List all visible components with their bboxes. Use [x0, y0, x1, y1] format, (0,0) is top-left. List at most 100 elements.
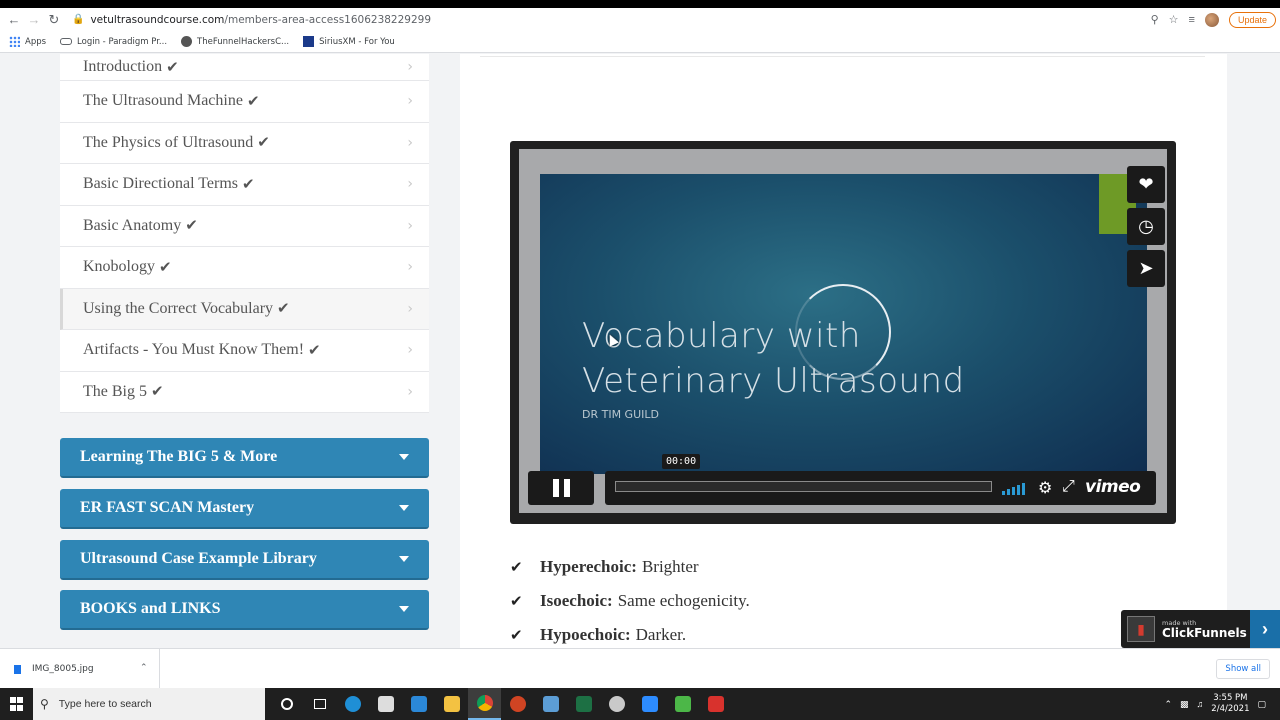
video-presenter: DR TIM GUILD	[582, 408, 659, 421]
chevron-right-icon: ›	[407, 342, 413, 359]
definition-list: ✔ Hyperechoic: Brighter ✔ Isoechoic: Same e…	[510, 550, 750, 648]
taskbar-search[interactable]: ⚲ Type here to search	[33, 688, 265, 720]
update-button[interactable]: Update	[1228, 11, 1276, 28]
chevron-right-icon: ›	[407, 134, 413, 151]
check-icon: ✔	[185, 218, 198, 235]
lesson-item[interactable]: Basic Anatomy ✔ ›	[60, 205, 429, 247]
chevron-right-icon: ›	[407, 383, 413, 400]
window-top-strip	[0, 0, 1280, 8]
powerpoint-icon[interactable]	[501, 688, 534, 720]
progress-track[interactable]	[615, 481, 992, 492]
divider	[480, 54, 1205, 57]
mail-icon[interactable]	[402, 688, 435, 720]
lesson-item[interactable]: Artifacts - You Must Know Them! ✔ ›	[60, 330, 429, 372]
share-paperplane-icon[interactable]: ➤	[1127, 250, 1165, 287]
clickfunnels-text: made with ClickFunnels	[1162, 619, 1247, 640]
definition-item: ✔ Isoechoic: Same echogenicity.	[510, 584, 750, 618]
lesson-label: Basic Anatomy	[83, 216, 182, 234]
system-tray: ⌃ ▩ ♫ 3:55 PM 2/4/2021 ▢	[1164, 688, 1280, 720]
bookmark-apps[interactable]: Apps	[9, 36, 46, 47]
pause-button[interactable]	[528, 471, 594, 505]
section-label: ER FAST SCAN Mastery	[80, 499, 255, 516]
notifications-icon[interactable]: ▢	[1257, 699, 1266, 710]
search-placeholder: Type here to search	[58, 698, 152, 710]
camtasia-green-icon[interactable]	[666, 688, 699, 720]
show-all-button[interactable]: Show all	[1216, 659, 1270, 679]
lesson-label: The Physics of Ultrasound	[83, 133, 254, 151]
clock[interactable]: 3:55 PM 2/4/2021	[1211, 693, 1249, 715]
app-icon[interactable]	[600, 688, 633, 720]
page-body: Introduction ✔ › The Ultrasound Machine ✔ › …	[0, 54, 1280, 648]
star-icon[interactable]: ☆	[1169, 13, 1179, 26]
file-icon	[14, 664, 21, 674]
pause-icon	[552, 479, 559, 497]
network-icon[interactable]: ▩	[1180, 699, 1189, 710]
reading-list-icon[interactable]: ≡	[1189, 14, 1195, 26]
chevron-right-icon: ›	[407, 93, 413, 110]
chevron-up-icon[interactable]: ⌃	[1164, 699, 1172, 710]
lock-icon[interactable]: 🔒	[72, 14, 84, 25]
settings-gear-icon[interactable]: ⚙	[1038, 478, 1052, 498]
task-view-icon[interactable]	[303, 688, 336, 720]
section-button[interactable]: Ultrasound Case Example Library	[60, 540, 429, 580]
bookmark-siriusxm[interactable]: SiriusXM - For You	[303, 36, 395, 47]
clickfunnels-badge[interactable]: ▮ made with ClickFunnels ›	[1121, 610, 1280, 648]
section-button[interactable]: BOOKS and LINKS	[60, 590, 429, 630]
definition-term: Hypoechoic:	[540, 625, 631, 644]
download-item[interactable]: IMG_8005.jpg ⌃	[0, 649, 160, 689]
lesson-item[interactable]: Introduction ✔ ›	[60, 54, 429, 81]
zoom-icon[interactable]: ⚲	[1151, 13, 1159, 26]
back-icon[interactable]: ←	[4, 10, 24, 30]
section-label: Ultrasound Case Example Library	[80, 550, 317, 567]
profile-avatar[interactable]	[1204, 12, 1219, 27]
lesson-item[interactable]: The Big 5 ✔ ›	[60, 371, 429, 413]
volume-icon[interactable]	[1002, 481, 1025, 495]
vimeo-logo[interactable]: vimeo	[1085, 477, 1141, 497]
fullscreen-icon[interactable]: ⤢	[1062, 478, 1075, 496]
reload-icon[interactable]: ↻	[44, 10, 64, 30]
like-heart-icon[interactable]: ❤	[1127, 166, 1165, 203]
check-icon: ✔	[277, 301, 290, 318]
browser-actions: ⚲ ☆ ≡ Update	[1151, 8, 1280, 31]
lesson-item-active[interactable]: Using the Correct Vocabulary ✔ ›	[60, 288, 429, 330]
check-icon: ✔	[510, 592, 523, 610]
file-explorer-icon[interactable]	[435, 688, 468, 720]
caret-down-icon	[399, 556, 409, 562]
bookmark-label: SiriusXM - For You	[319, 36, 395, 47]
url-field[interactable]: vetultrasoundcourse.com/members-area-acc…	[90, 14, 431, 26]
chevron-up-icon[interactable]: ⌃	[140, 663, 148, 673]
watch-later-clock-icon[interactable]: ◷	[1127, 208, 1165, 245]
store-icon[interactable]	[369, 688, 402, 720]
definition-item: ✔ Hypoechoic: Darker.	[510, 618, 750, 648]
bookmark-funnelhackers[interactable]: TheFunnelHackersC...	[181, 36, 289, 47]
windows-start-icon[interactable]	[10, 697, 24, 711]
lesson-label: Artifacts - You Must Know Them!	[83, 341, 305, 359]
cortana-icon[interactable]	[270, 688, 303, 720]
edge-icon[interactable]	[336, 688, 369, 720]
definition-text: Darker.	[635, 625, 687, 644]
zoom-app-icon[interactable]	[633, 688, 666, 720]
volume-tray-icon[interactable]: ♫	[1197, 699, 1204, 709]
bookmark-login[interactable]: Login - Paradigm Pr...	[60, 37, 167, 47]
check-icon: ✔	[241, 176, 255, 193]
lesson-item[interactable]: The Ultrasound Machine ✔ ›	[60, 81, 429, 123]
lesson-label: Knobology	[83, 258, 155, 276]
calculator-icon[interactable]	[534, 688, 567, 720]
chevron-right-icon[interactable]: ›	[1250, 610, 1280, 648]
url-host: vetultrasoundcourse.com	[90, 13, 225, 26]
excel-icon[interactable]	[567, 688, 600, 720]
video-canvas[interactable]: Vocabulary with Veterinary Ultrasound DR …	[540, 174, 1147, 474]
clickfunnels-logo-icon: ▮	[1127, 616, 1155, 642]
video-player[interactable]: Vocabulary with Veterinary Ultrasound DR …	[510, 141, 1176, 524]
definition-text: Same echogenicity.	[617, 591, 750, 610]
clickfunnels-brand: ClickFunnels	[1162, 625, 1247, 640]
bookmark-label: TheFunnelHackersC...	[197, 36, 290, 47]
chrome-icon[interactable]	[468, 688, 501, 720]
section-button[interactable]: ER FAST SCAN Mastery	[60, 489, 429, 529]
lesson-item[interactable]: Basic Directional Terms ✔ ›	[60, 164, 429, 206]
forward-icon[interactable]: →	[24, 10, 44, 30]
lesson-item[interactable]: Knobology ✔ ›	[60, 247, 429, 289]
lesson-item[interactable]: The Physics of Ultrasound ✔ ›	[60, 122, 429, 164]
camtasia-red-icon[interactable]	[699, 688, 732, 720]
section-button[interactable]: Learning The BIG 5 & More	[60, 438, 429, 478]
